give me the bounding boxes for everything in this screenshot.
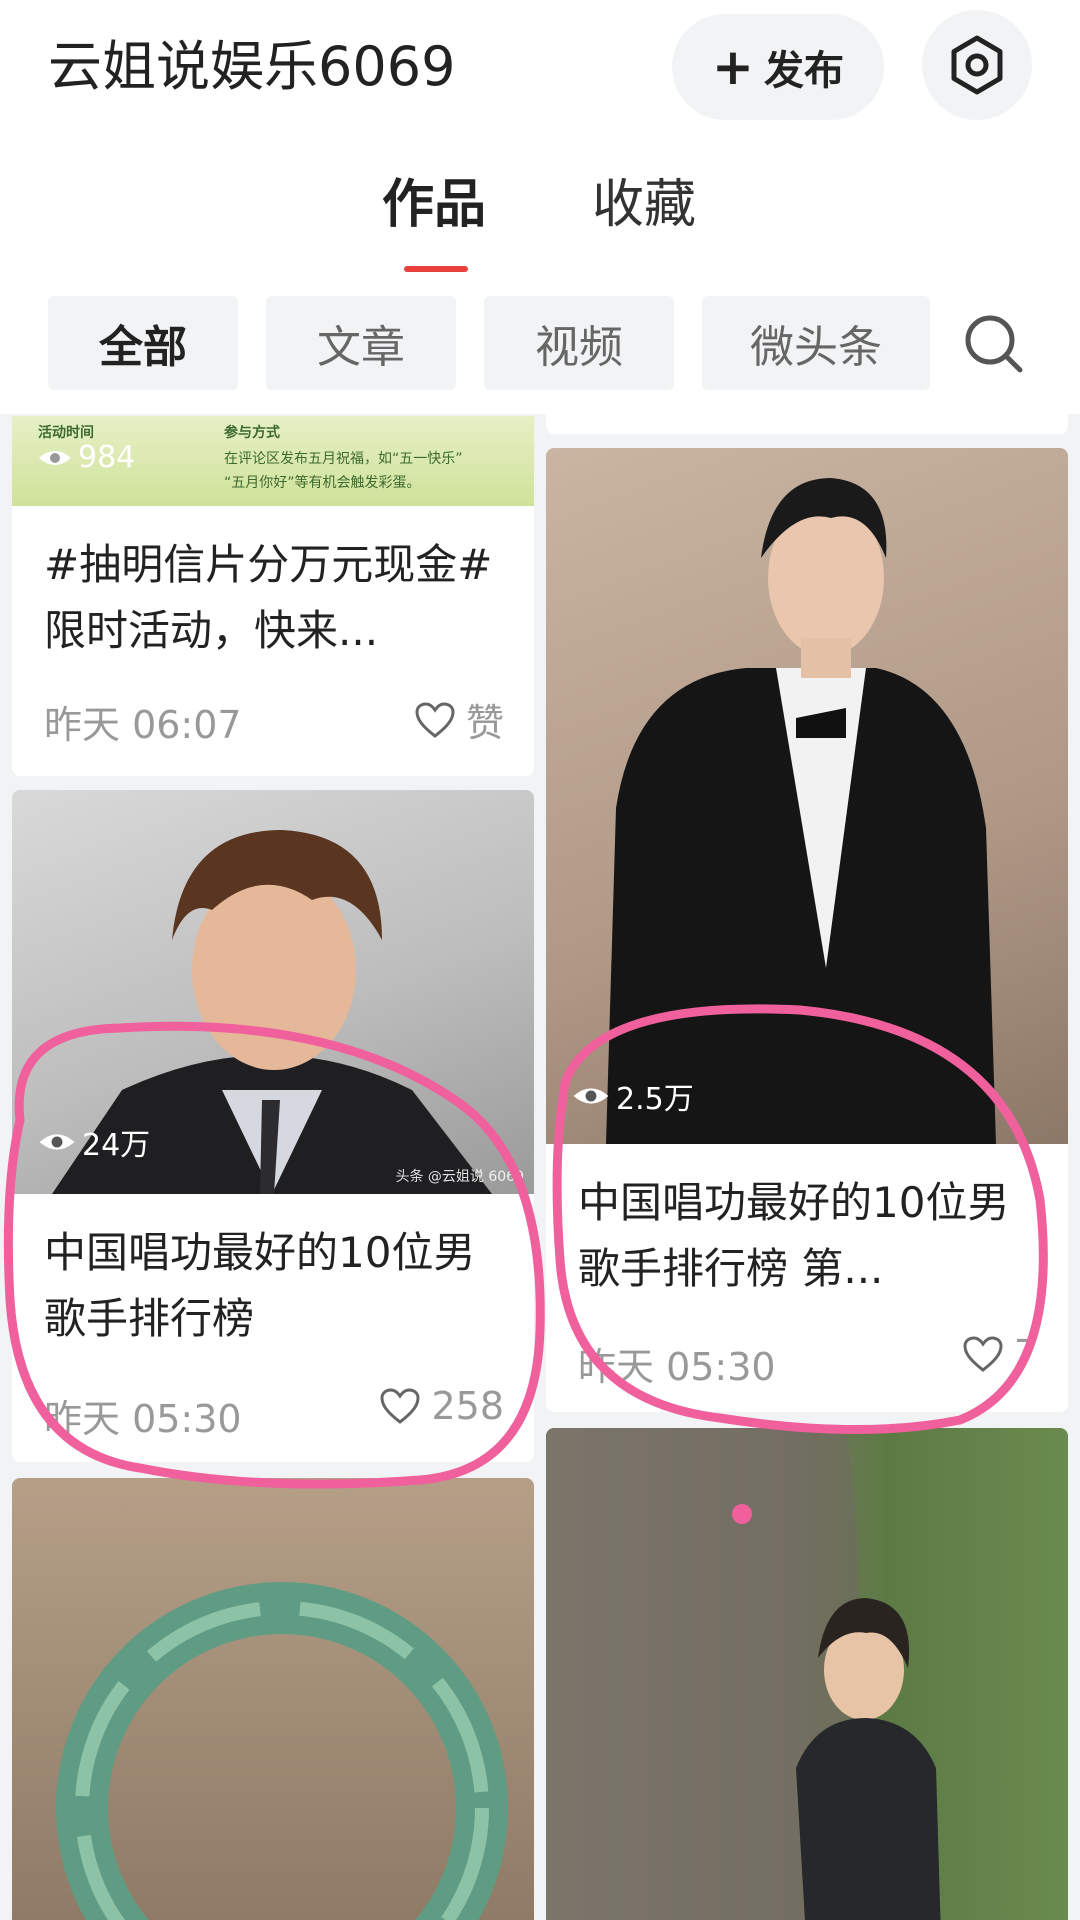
annotation-circle-right — [552, 1004, 1048, 1434]
annotation-circle-left — [3, 1021, 545, 1489]
highlight-annotations — [3, 1004, 1048, 1489]
